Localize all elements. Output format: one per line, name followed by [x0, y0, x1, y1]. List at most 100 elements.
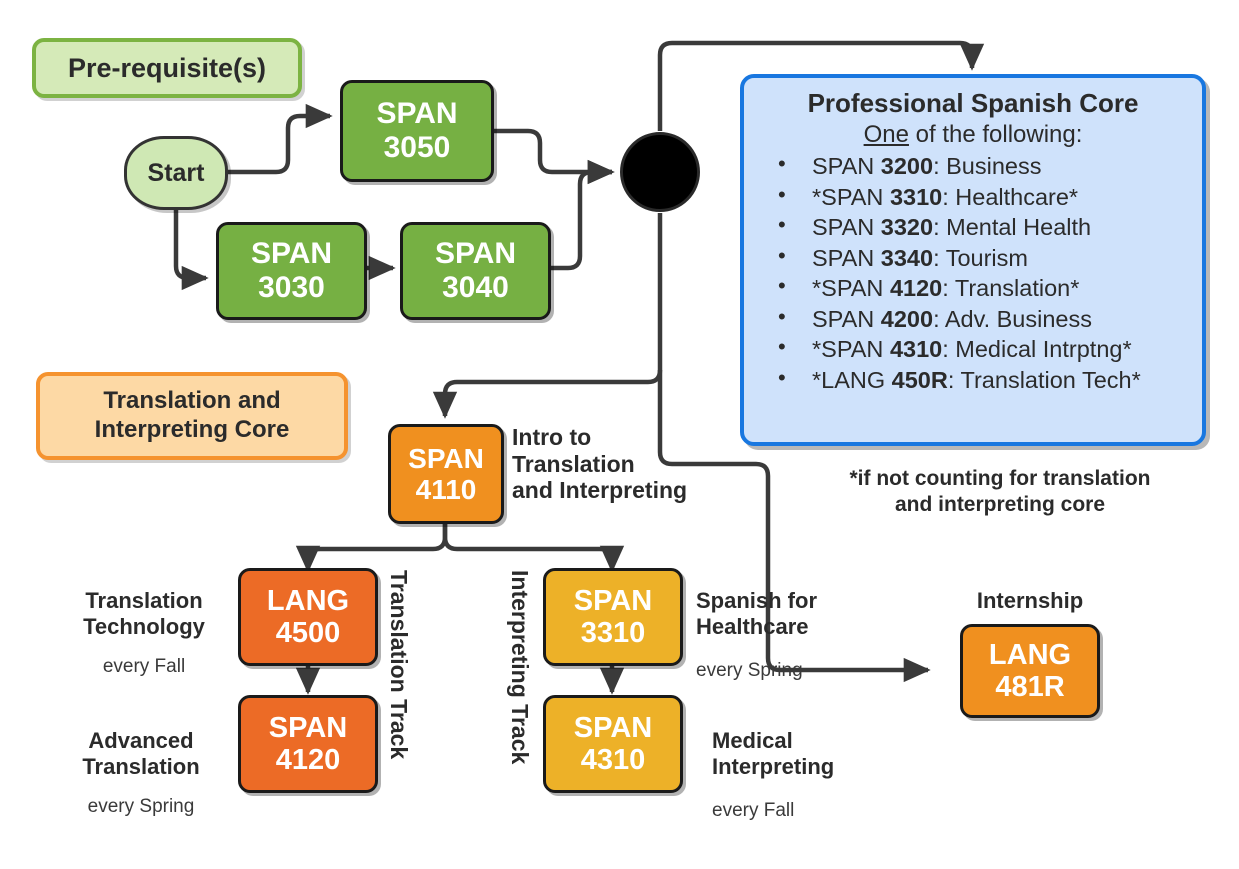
label-interpreting-track: Interpreting Track — [507, 570, 533, 765]
legend-translation-core-line2: Interpreting Core — [94, 416, 290, 443]
label-span-4120-line2: Translation — [82, 753, 200, 779]
node-span-3040: SPAN 3040 — [400, 222, 551, 320]
core-course-suffix: : Tourism — [933, 244, 1028, 271]
node-lang-4500: LANG 4500 — [238, 568, 378, 666]
node-span-3310-line2: 3310 — [580, 617, 646, 649]
node-span-3040-line1: SPAN — [434, 237, 517, 271]
label-span-4110: Intro to Translation and Interpreting — [512, 424, 762, 504]
label-span-4310-line1: Medical — [712, 728, 793, 753]
core-course-suffix: : Medical Intrptng* — [942, 336, 1132, 363]
node-span-4110-line1: SPAN — [408, 442, 484, 474]
start-node: Start — [124, 136, 228, 210]
flowchart-canvas: Pre-requisite(s) Start SPAN 3050 SPAN 30… — [0, 0, 1239, 869]
node-span-4110-line2: 4110 — [415, 474, 477, 505]
label-lang-4500: Translation Technology — [58, 588, 230, 639]
core-course-code: 4200 — [880, 305, 934, 332]
core-course-suffix: : Healthcare* — [942, 183, 1079, 210]
edge-4110-to-4500 — [295, 524, 448, 573]
node-span-4110: SPAN 4110 — [388, 424, 504, 524]
core-box-footnote: *if not counting for translation and int… — [800, 466, 1200, 519]
label-internship: Internship — [976, 588, 1084, 613]
core-course-suffix: : Translation Tech* — [947, 366, 1141, 393]
node-span-4310: SPAN 4310 — [543, 695, 683, 793]
node-span-4120-line1: SPAN — [268, 711, 348, 744]
node-span-3050-line1: SPAN — [376, 97, 458, 131]
edge-start-to-3030 — [173, 210, 209, 291]
core-course-code: 3310 — [889, 183, 943, 210]
core-course-code: 450R — [891, 366, 948, 393]
core-course-code: 4120 — [889, 275, 943, 302]
legend-translation-interpreting-core: Translation and Interpreting Core — [36, 372, 348, 460]
core-course-code: 3200 — [880, 153, 934, 179]
node-span-4120-line2: 4120 — [275, 744, 341, 776]
node-span-4120: SPAN 4120 — [238, 695, 378, 793]
merge-junction-node — [620, 132, 700, 212]
core-course-code: 3320 — [880, 214, 934, 241]
node-lang-4500-line2: 4500 — [275, 617, 341, 649]
core-box-subtitle-rest: of the following: — [908, 121, 1083, 148]
node-span-3310-line1: SPAN — [573, 584, 653, 617]
footnote-line1: *if not counting for translation — [849, 467, 1151, 490]
core-course-item: *SPAN 4120: Translation* — [778, 272, 1202, 304]
node-span-3030-line2: 3030 — [258, 271, 325, 304]
edge-4110-to-3310 — [442, 524, 625, 573]
label-span-4110-line2: Translation — [512, 450, 635, 477]
core-course-item: SPAN 4200: Adv. Business — [778, 303, 1202, 335]
core-box-subtitle: One of the following: — [744, 121, 1202, 149]
edge-start-to-3050 — [227, 103, 333, 175]
term-span-4120: every Spring — [87, 796, 195, 817]
node-lang-481r: LANG 481R — [960, 624, 1100, 718]
core-course-code: 3340 — [880, 244, 934, 271]
core-course-prefix: *SPAN — [812, 183, 890, 210]
core-course-item: SPAN 3340: Tourism — [778, 242, 1202, 274]
edge-3050-to-junction — [494, 128, 615, 185]
core-course-prefix: *SPAN — [812, 336, 890, 363]
core-course-item: *SPAN 4310: Medical Intrptng* — [778, 333, 1202, 365]
core-course-list: SPAN 3200: Business *SPAN 3310: Healthca… — [744, 150, 1202, 396]
core-course-prefix: SPAN — [812, 214, 881, 241]
footnote-line2: and interpreting core — [894, 493, 1106, 517]
term-span-4310: every Fall — [712, 800, 795, 821]
term-span-3310: every Spring — [696, 660, 803, 681]
label-span-4310: Medical Interpreting — [712, 728, 902, 779]
label-span-3310: Spanish for Healthcare — [696, 588, 876, 639]
core-course-suffix: : Business — [933, 153, 1042, 179]
core-course-item: *SPAN 3310: Healthcare* — [778, 181, 1202, 213]
label-span-4120: Advanced Translation — [52, 728, 230, 779]
start-node-label: Start — [147, 158, 205, 187]
core-course-code: 4310 — [889, 336, 943, 363]
core-course-suffix: : Mental Health — [933, 214, 1092, 241]
node-span-3030: SPAN 3030 — [216, 222, 367, 320]
core-course-prefix: *LANG — [812, 366, 892, 393]
node-span-3050: SPAN 3050 — [340, 80, 494, 182]
core-course-item: *LANG 450R: Translation Tech* — [778, 364, 1202, 396]
label-span-4310-line2: Interpreting — [712, 753, 835, 779]
label-span-4110-line3: and Interpreting — [512, 477, 688, 504]
core-course-prefix: SPAN — [812, 244, 881, 271]
node-lang-481r-line2: 481R — [995, 671, 1065, 703]
node-span-3310: SPAN 3310 — [543, 568, 683, 666]
core-course-item: SPAN 3200: Business — [778, 150, 1202, 182]
core-course-prefix: SPAN — [812, 153, 881, 179]
label-span-3310-line2: Healthcare — [696, 613, 809, 639]
label-lang-4500-line1: Translation — [85, 588, 203, 613]
node-span-3040-line2: 3040 — [442, 271, 509, 304]
node-span-3030-line1: SPAN — [250, 237, 333, 271]
label-span-4120-line1: Advanced — [88, 728, 194, 753]
label-span-3310-line1: Spanish for — [696, 588, 818, 613]
label-span-4110-line1: Intro to — [512, 424, 592, 450]
term-lang-4500: every Fall — [102, 656, 186, 677]
label-lang-4500-line2: Technology — [83, 613, 205, 639]
core-course-prefix: SPAN — [812, 305, 881, 332]
node-lang-4500-line1: LANG — [266, 584, 350, 617]
core-course-suffix: : Adv. Business — [933, 305, 1092, 332]
professional-spanish-core-box: Professional Spanish Core One of the fol… — [740, 74, 1206, 446]
legend-prerequisite: Pre-requisite(s) — [32, 38, 302, 98]
core-box-subtitle-underlined: One — [863, 121, 909, 148]
legend-prerequisite-label: Pre-requisite(s) — [67, 52, 267, 83]
edge-3040-to-junction — [551, 159, 615, 271]
core-course-prefix: *SPAN — [812, 275, 890, 302]
label-translation-track: Translation Track — [386, 570, 412, 760]
node-lang-481r-line1: LANG — [988, 638, 1072, 671]
core-course-suffix: : Translation* — [942, 275, 1080, 302]
